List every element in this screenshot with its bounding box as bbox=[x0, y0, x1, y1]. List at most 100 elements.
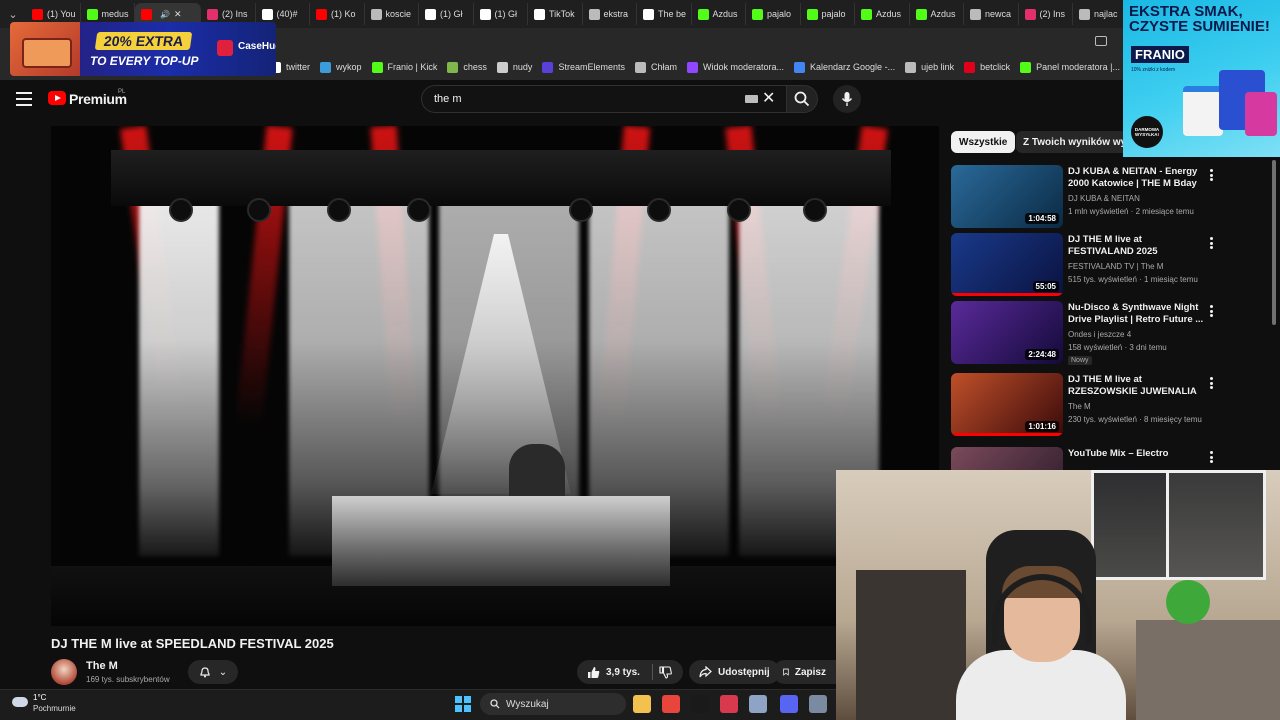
video-thumbnail[interactable] bbox=[951, 447, 1063, 470]
more-options-icon[interactable] bbox=[1209, 237, 1213, 249]
app-icon[interactable] bbox=[691, 695, 709, 713]
franio-ad[interactable]: EKSTRA SMAK, CZYSTE SUMIENIE! FRANIO 10%… bbox=[1123, 0, 1280, 157]
channel-name[interactable]: The M bbox=[86, 660, 118, 672]
tab-label: (1) Gł bbox=[494, 9, 518, 19]
cast-icon[interactable] bbox=[1095, 36, 1107, 46]
browser-tab[interactable]: The be bbox=[637, 3, 692, 25]
snipping-icon[interactable] bbox=[720, 695, 738, 713]
recommended-video-title[interactable]: DJ THE M live at RZESZOWSKIE JUWENALIA 2… bbox=[1068, 374, 1206, 398]
browser-tab[interactable]: (1) Ko bbox=[310, 3, 365, 25]
more-options-icon[interactable] bbox=[1209, 377, 1213, 389]
browser-tab[interactable]: newca bbox=[964, 3, 1019, 25]
tab-label: pajalo bbox=[821, 9, 846, 19]
recommended-video[interactable]: 2:24:48 Nu-Disco & Synthwave Night Drive … bbox=[951, 301, 1221, 365]
scrollbar-thumb[interactable] bbox=[1272, 160, 1276, 325]
recommended-video-channel[interactable]: DJ KUBA & NEITAN bbox=[1068, 194, 1140, 203]
bookmark-item[interactable]: StreamElements bbox=[542, 61, 625, 73]
save-button[interactable]: Zapisz bbox=[773, 660, 836, 684]
twitch-icon bbox=[686, 61, 698, 73]
bookmark-item[interactable]: Kalendarz Google -... bbox=[794, 61, 895, 73]
instagram-icon bbox=[207, 8, 218, 20]
tab-label: TikTok bbox=[549, 9, 575, 19]
browser-tab[interactable]: pajalo bbox=[801, 3, 855, 25]
clear-search-icon[interactable]: ✕ bbox=[762, 89, 775, 109]
thumbs-down-icon[interactable] bbox=[659, 665, 672, 679]
browser-tab[interactable]: Azdus bbox=[910, 3, 964, 25]
bookmark-item[interactable]: Widok moderatora... bbox=[686, 61, 784, 73]
recommended-video[interactable]: 55:05 DJ THE M live at FESTIVALAND 2025 FE… bbox=[951, 233, 1221, 297]
browser-tab[interactable]: (1) Gł bbox=[419, 3, 474, 25]
more-options-icon[interactable] bbox=[1209, 169, 1213, 181]
menu-hamburger-icon[interactable] bbox=[16, 92, 32, 106]
close-tab-icon[interactable]: ✕ bbox=[174, 9, 182, 20]
tab-label: (1) Gł bbox=[440, 9, 463, 19]
recommended-video-channel[interactable]: FESTIVALAND TV | The M bbox=[1068, 262, 1163, 271]
channel-avatar[interactable] bbox=[51, 659, 77, 685]
browser-tab[interactable]: najlac bbox=[1073, 3, 1128, 25]
recommended-video[interactable]: YouTube Mix – ElectroTove Lo, Robi, D.J … bbox=[951, 447, 1221, 470]
more-options-icon[interactable] bbox=[1209, 305, 1213, 317]
like-count[interactable]: 3,9 tys. bbox=[606, 667, 640, 678]
spotlight bbox=[169, 198, 193, 222]
bookmark-item[interactable]: chess bbox=[447, 61, 487, 73]
recommended-video-title[interactable]: YouTube Mix – Electro bbox=[1068, 448, 1206, 460]
chip-from-search[interactable]: Z Twoich wyników wyszukiwania bbox=[1016, 131, 1123, 153]
windows-start-icon[interactable] bbox=[455, 696, 471, 712]
bookmark-item[interactable]: nudy bbox=[496, 61, 532, 73]
browser-tab[interactable]: TikTok bbox=[528, 3, 583, 25]
recommended-video-channel[interactable]: Ondes i jeszcze 4 bbox=[1068, 330, 1131, 339]
youtube-logo-icon[interactable] bbox=[48, 91, 66, 105]
bookmark-item[interactable]: Chłam bbox=[634, 61, 677, 73]
browser-tab[interactable]: (1) Gł bbox=[474, 3, 528, 25]
browser-tab[interactable]: ekstra bbox=[583, 3, 637, 25]
bookmark-item[interactable]: ujeb link bbox=[905, 61, 954, 73]
casehug-brand: CaseHug bbox=[238, 41, 276, 52]
video-thumbnail[interactable]: 1:04:58 bbox=[951, 165, 1063, 228]
browser-tab[interactable]: Azdus bbox=[855, 3, 910, 25]
recommended-video-title[interactable]: DJ KUBA & NEITAN - Energy 2000 Katowice … bbox=[1068, 166, 1206, 190]
search-button[interactable] bbox=[786, 85, 818, 113]
thumbs-up-icon[interactable] bbox=[587, 666, 600, 679]
browser-tab[interactable]: pajalo bbox=[746, 3, 801, 25]
recommended-video-meta: 1 mln wyświetleń · 2 miesiące temu bbox=[1068, 207, 1194, 216]
subscriber-count: 169 tys. subskrybentów bbox=[86, 675, 170, 684]
share-button[interactable]: Udostępnij bbox=[689, 660, 780, 684]
discord-icon[interactable] bbox=[780, 695, 798, 713]
chrome-icon[interactable] bbox=[662, 695, 680, 713]
keyboard-icon[interactable] bbox=[745, 95, 758, 103]
search-input[interactable] bbox=[421, 85, 786, 113]
search-input-value[interactable]: the m bbox=[434, 93, 462, 105]
chrome-icon bbox=[370, 8, 382, 20]
chrome-icon bbox=[1079, 8, 1090, 20]
windows-taskbar bbox=[0, 689, 836, 720]
more-options-icon[interactable] bbox=[1209, 451, 1213, 463]
browser-tab[interactable]: (2) Ins bbox=[1019, 3, 1073, 25]
taskbar-search[interactable]: Wyszukaj bbox=[480, 693, 626, 715]
file-explorer-icon[interactable] bbox=[633, 695, 651, 713]
settings-icon[interactable] bbox=[749, 695, 767, 713]
recommended-video[interactable]: 1:01:16 DJ THE M live at RZESZOWSKIE JUWE… bbox=[951, 373, 1221, 437]
bookmark-item[interactable]: wykop bbox=[320, 61, 362, 73]
recommended-video[interactable]: 1:04:58 DJ KUBA & NEITAN - Energy 2000 Ka… bbox=[951, 165, 1221, 229]
subscription-bell-button[interactable]: ⌄ bbox=[188, 660, 238, 684]
recommended-video-title[interactable]: DJ THE M live at FESTIVALAND 2025 bbox=[1068, 234, 1206, 258]
voice-search-button[interactable] bbox=[833, 85, 861, 113]
recommended-video-channel[interactable]: The M bbox=[1068, 402, 1091, 411]
browser-tab[interactable]: Azdus bbox=[692, 3, 746, 25]
chip-all[interactable]: Wszystkie bbox=[951, 131, 1016, 153]
casehug-ad-banner[interactable]: 20% EXTRA TO EVERY TOP-UP CaseHug bbox=[10, 22, 276, 76]
video-thumbnail[interactable]: 1:01:16 bbox=[951, 373, 1063, 436]
speaker-icon[interactable]: 🔊 bbox=[160, 10, 170, 19]
recommended-video-title[interactable]: Nu-Disco & Synthwave Night Drive Playlis… bbox=[1068, 302, 1206, 326]
watch-progress-bar bbox=[951, 433, 1063, 436]
calculator-icon[interactable] bbox=[809, 695, 827, 713]
cloud-icon[interactable] bbox=[12, 697, 28, 707]
browser-tab[interactable]: koscie bbox=[365, 3, 419, 25]
bookmark-item[interactable]: Franio | Kick bbox=[371, 61, 437, 73]
bookmark-item[interactable]: Panel moderatora |... bbox=[1020, 61, 1120, 73]
video-thumbnail[interactable]: 2:24:48 bbox=[951, 301, 1063, 364]
bookmark-item[interactable]: twitter bbox=[270, 61, 310, 73]
video-thumbnail[interactable]: 55:05 bbox=[951, 233, 1063, 296]
bookmark-item[interactable]: betclick bbox=[964, 61, 1010, 73]
video-player[interactable] bbox=[51, 126, 939, 626]
